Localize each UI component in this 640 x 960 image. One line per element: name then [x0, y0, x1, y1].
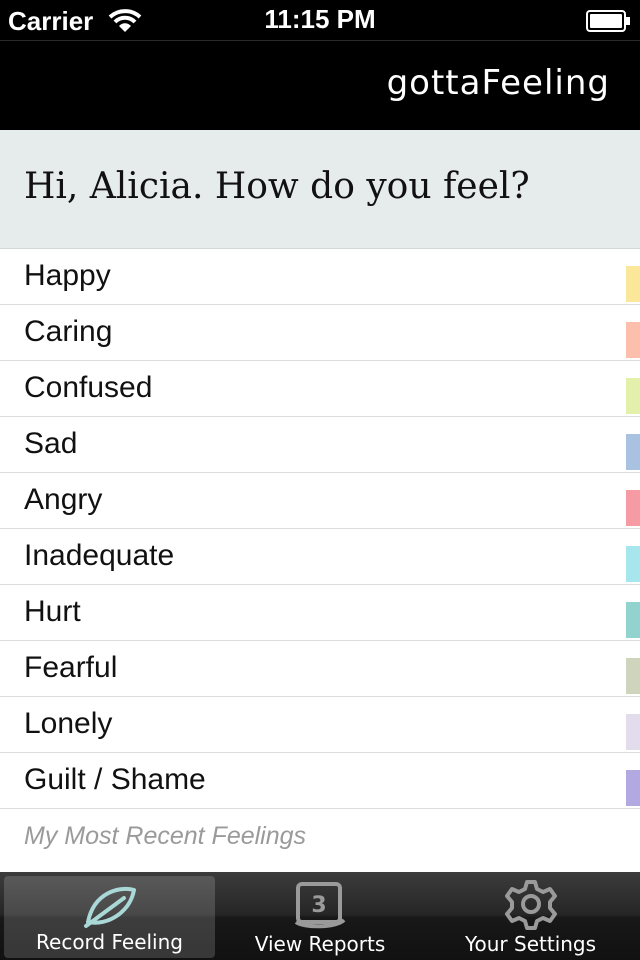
color-swatch [626, 546, 640, 582]
tab-view-reports[interactable]: 3 View Reports [216, 872, 424, 960]
calendar-icon: 3 [292, 878, 348, 935]
feeling-row-sad[interactable]: Sad [0, 417, 640, 473]
feeling-label: Fearful [24, 651, 118, 684]
color-swatch [626, 490, 640, 526]
feeling-row-angry[interactable]: Angry [0, 473, 640, 529]
app-header: gottaFeeling [0, 40, 640, 131]
gear-icon [504, 878, 557, 935]
greeting-banner: Hi, Alicia. How do you feel? [0, 130, 640, 249]
feeling-label: Angry [24, 483, 103, 516]
feeling-label: Inadequate [24, 539, 175, 572]
feeling-label: Guilt / Shame [24, 763, 206, 796]
feelings-list: Happy Caring Confused Sad Angry Inadequa… [0, 249, 640, 809]
feeling-row-fearful[interactable]: Fearful [0, 641, 640, 697]
feeling-row-inadequate[interactable]: Inadequate [0, 529, 640, 585]
feeling-row-lonely[interactable]: Lonely [0, 697, 640, 753]
app-title: gottaFeeling [386, 63, 610, 103]
tab-your-settings[interactable]: Your Settings [425, 872, 636, 960]
tab-record-feeling[interactable]: Record Feeling [4, 876, 215, 958]
status-bar: Carrier 11:15 PM [0, 0, 640, 40]
status-time: 11:15 PM [264, 4, 376, 34]
tab-label: View Reports [254, 932, 386, 956]
color-swatch [626, 602, 640, 638]
feeling-label: Caring [24, 315, 113, 348]
feeling-label: Hurt [24, 595, 81, 628]
color-swatch [626, 434, 640, 470]
feeling-label: Sad [24, 427, 78, 460]
color-swatch [626, 770, 640, 806]
recent-feelings-label[interactable]: My Most Recent Feelings [24, 822, 306, 851]
feeling-label: Happy [24, 259, 111, 292]
greeting-text: Hi, Alicia. How do you feel? [24, 166, 530, 207]
tab-bar: Record Feeling 3 View Reports Your Setti… [0, 872, 640, 960]
leaf-icon [80, 882, 140, 937]
color-swatch [626, 378, 640, 414]
tab-label: Record Feeling [36, 930, 183, 954]
color-swatch [626, 322, 640, 358]
feeling-label: Lonely [24, 707, 113, 740]
color-swatch [626, 714, 640, 750]
calendar-badge: 3 [311, 893, 326, 918]
feeling-row-confused[interactable]: Confused [0, 361, 640, 417]
tab-label: Your Settings [464, 932, 597, 956]
battery-icon [586, 10, 632, 37]
feeling-row-caring[interactable]: Caring [0, 305, 640, 361]
color-swatch [626, 658, 640, 694]
feeling-row-happy[interactable]: Happy [0, 249, 640, 305]
feeling-row-guilt-shame[interactable]: Guilt / Shame [0, 753, 640, 809]
color-swatch [626, 266, 640, 302]
feeling-row-hurt[interactable]: Hurt [0, 585, 640, 641]
feeling-label: Confused [24, 371, 153, 404]
